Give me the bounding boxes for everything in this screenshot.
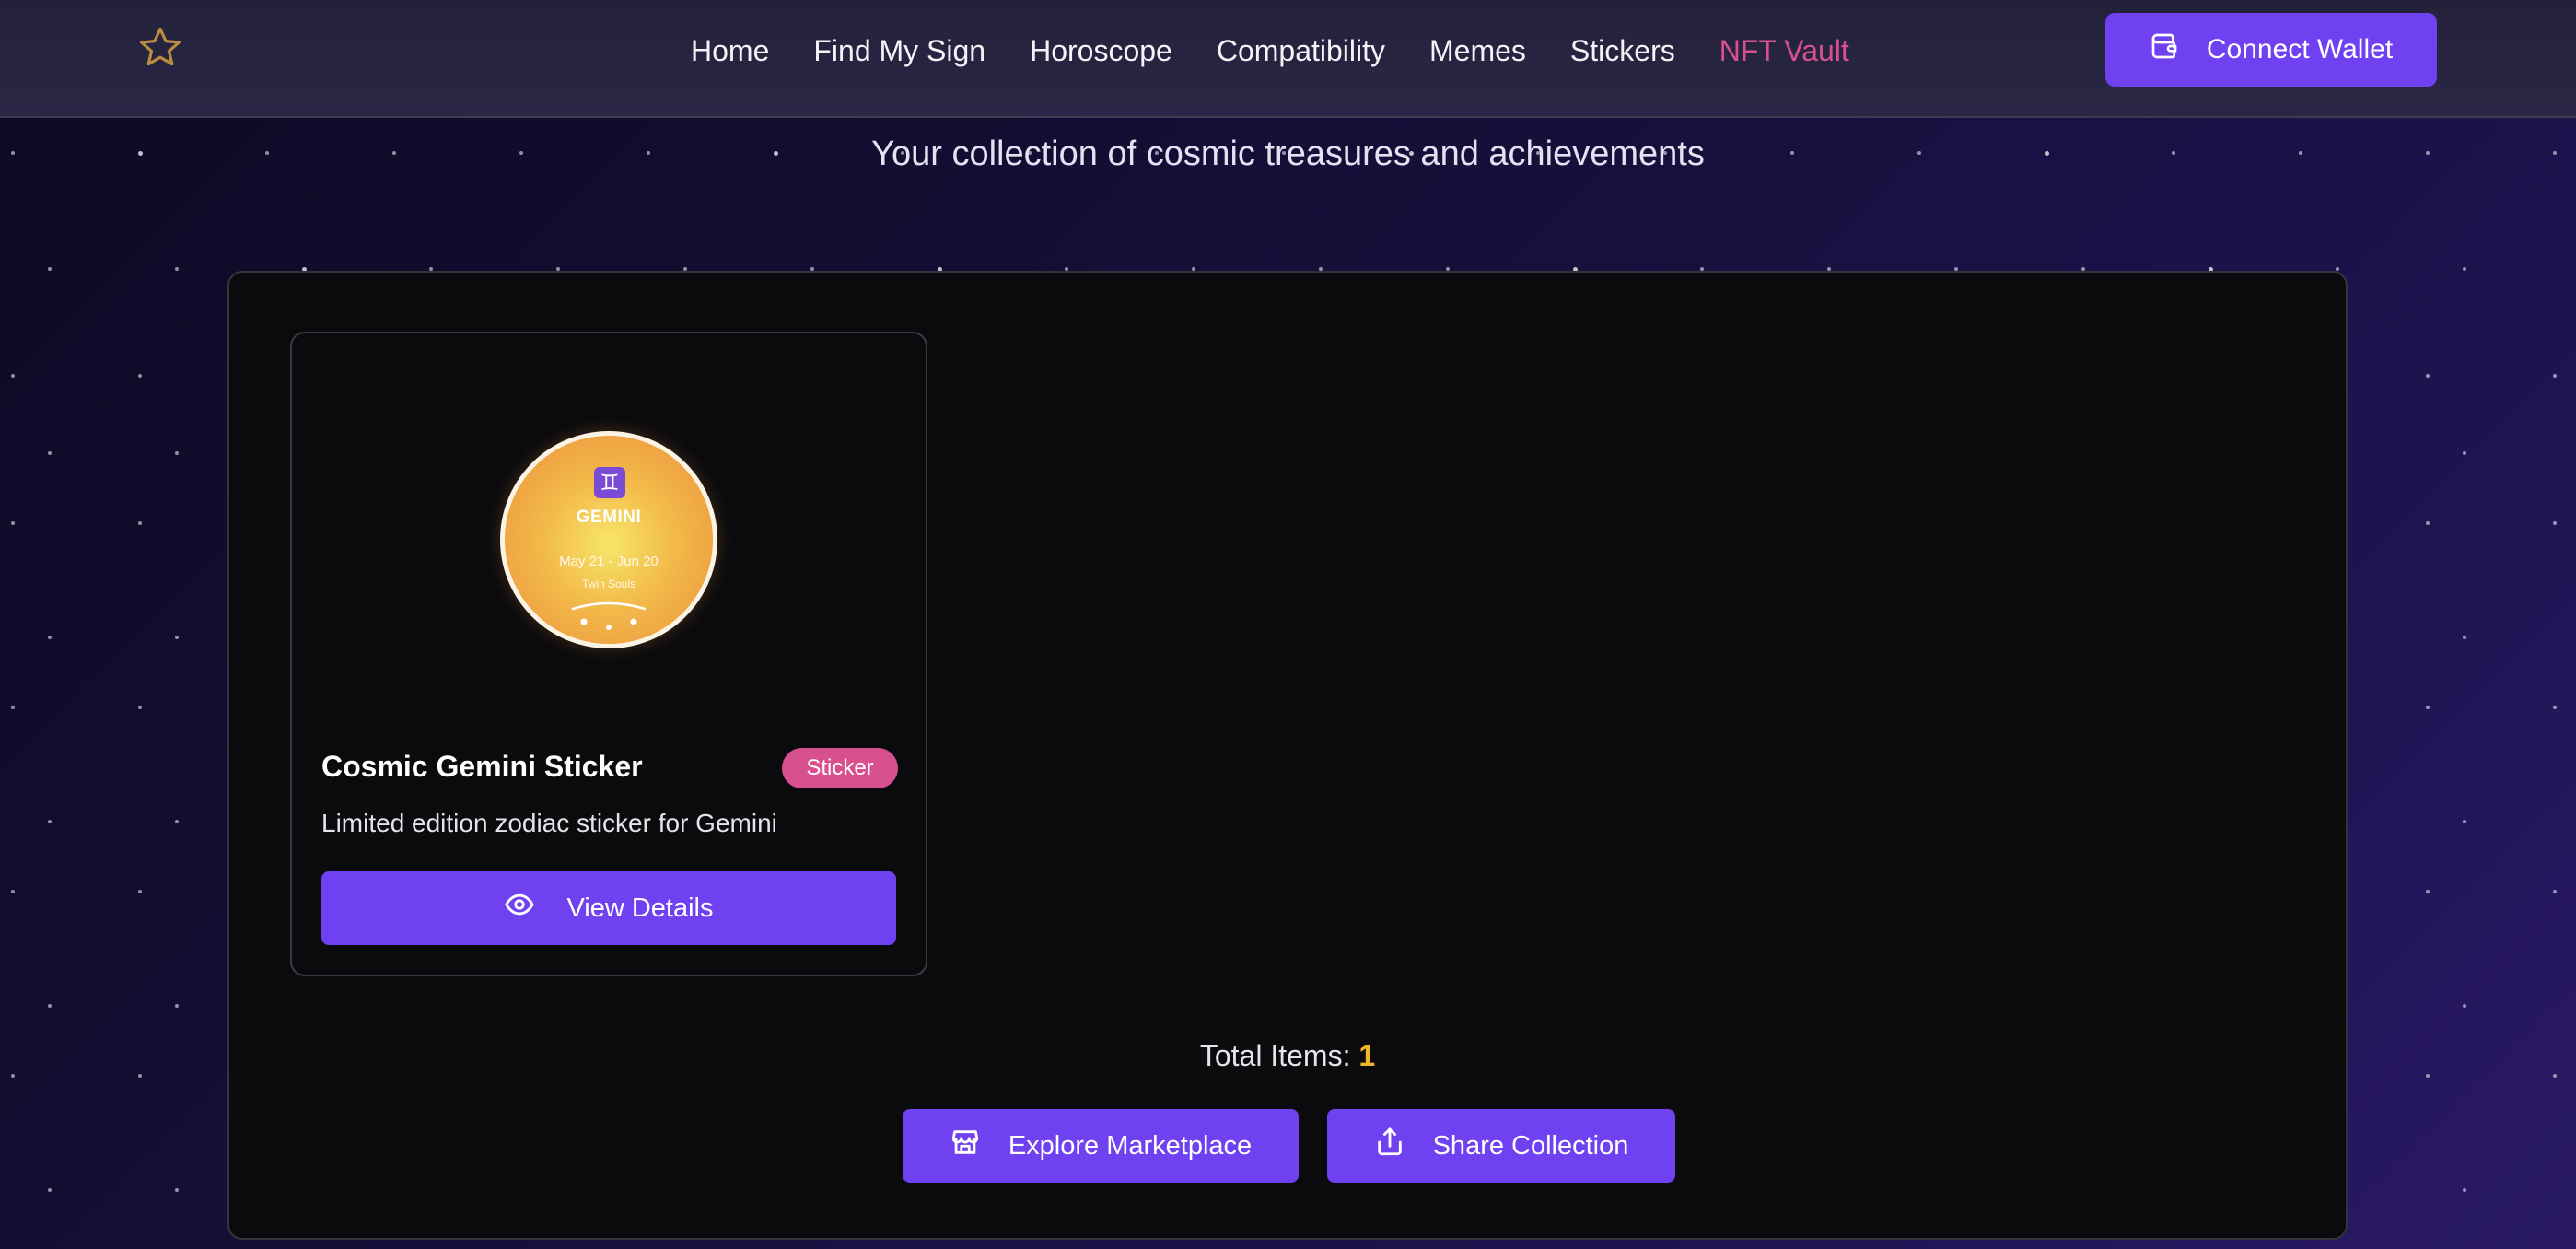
nav-link-find-my-sign[interactable]: Find My Sign — [813, 34, 985, 68]
explore-marketplace-button[interactable]: Explore Marketplace — [903, 1109, 1299, 1183]
store-icon — [950, 1126, 981, 1165]
wallet-icon — [2150, 31, 2179, 68]
card-description: Limited edition zodiac sticker for Gemin… — [321, 809, 777, 837]
sticker-tagline: Twin Souls — [581, 578, 636, 590]
total-items-label: Total Items: — [1199, 1039, 1351, 1072]
connect-wallet-button[interactable]: Connect Wallet — [2105, 13, 2437, 87]
page-subtitle: Your collection of cosmic treasures and … — [871, 134, 1705, 173]
connect-wallet-label: Connect Wallet — [2206, 34, 2394, 64]
share-collection-label: Share Collection — [1432, 1130, 1629, 1161]
vault-panel: ♊ GEMINI May 21 - Jun 20 Twin Souls Cosm… — [227, 271, 2348, 1240]
sticker-decoration-icon — [571, 601, 647, 630]
nav-link-home[interactable]: Home — [691, 34, 769, 68]
view-details-label: View Details — [566, 893, 714, 923]
nav-link-nft-vault[interactable]: NFT Vault — [1719, 34, 1849, 68]
nav-link-stickers[interactable]: Stickers — [1570, 34, 1675, 68]
total-items-count: 1 — [1358, 1039, 1376, 1072]
sticker-sign-name: GEMINI — [576, 508, 642, 527]
nft-card: ♊ GEMINI May 21 - Jun 20 Twin Souls Cosm… — [290, 332, 927, 976]
gemini-sticker-image: ♊ GEMINI May 21 - Jun 20 Twin Souls — [500, 431, 717, 648]
total-items: Total Items: 1 — [229, 1039, 2346, 1073]
view-details-button[interactable]: View Details — [321, 871, 896, 945]
nav-link-compatibility[interactable]: Compatibility — [1217, 34, 1385, 68]
eye-icon — [504, 889, 535, 928]
type-badge: Sticker — [782, 748, 898, 788]
gemini-glyph-icon: ♊ — [594, 467, 625, 498]
nav-link-memes[interactable]: Memes — [1429, 34, 1526, 68]
main-nav: Home Find My Sign Horoscope Compatibilit… — [691, 28, 1849, 74]
sticker-dates: May 21 - Jun 20 — [559, 554, 659, 569]
card-title: Cosmic Gemini Sticker — [321, 750, 643, 783]
nav-link-horoscope[interactable]: Horoscope — [1030, 34, 1172, 68]
share-collection-button[interactable]: Share Collection — [1327, 1109, 1675, 1183]
top-navbar: Home Find My Sign Horoscope Compatibilit… — [0, 0, 2576, 118]
explore-marketplace-label: Explore Marketplace — [1008, 1130, 1253, 1161]
share-icon — [1374, 1126, 1405, 1165]
star-logo-icon[interactable] — [136, 24, 184, 72]
